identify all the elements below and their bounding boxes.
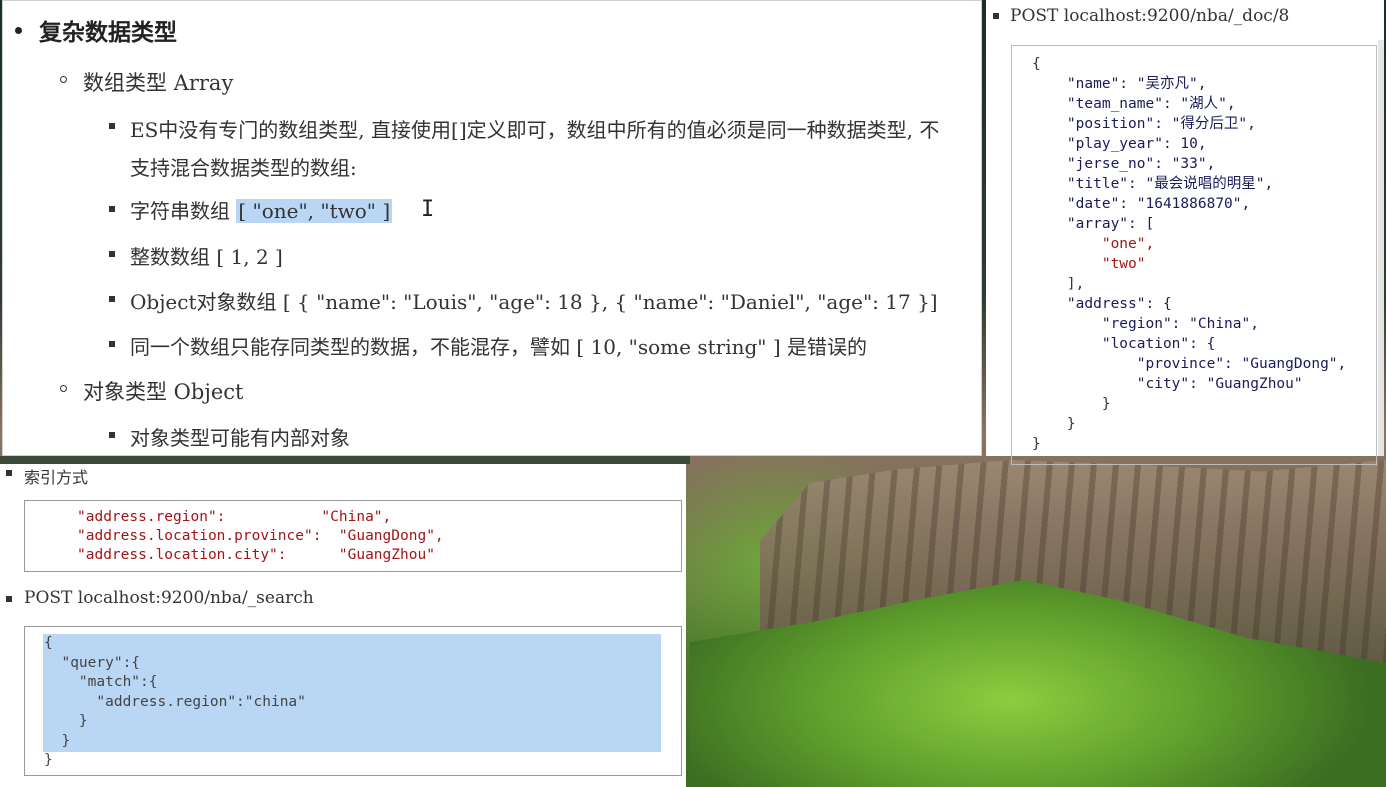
code-line[interactable]: "region": "China", — [1032, 314, 1346, 334]
object-type-desc: 对象类型可能有内部对象 — [130, 426, 350, 450]
code-line: { — [1032, 56, 1041, 72]
code-line: "query":{ — [44, 654, 141, 671]
same-type-note: 同一个数组只能存同类型的数据，不能混存，譬如 [ 10, "some strin… — [130, 335, 868, 359]
code-line: "location": { — [1032, 336, 1216, 352]
code-line: } — [44, 713, 88, 729]
bullet-square — [109, 432, 115, 438]
code-line: "date": "1641886870", — [1032, 196, 1251, 212]
wallpaper-strip — [0, 456, 690, 464]
code-line: } — [1032, 416, 1076, 432]
code-line: "address": { — [1032, 296, 1172, 312]
array-desc-line2: 支持混合数据类型的数组: — [130, 156, 357, 180]
request-line: POST localhost:9200/nba/_doc/8 — [1010, 6, 1290, 26]
code-line: } — [1032, 396, 1111, 412]
code-line: } — [44, 752, 53, 768]
array-type-title: 数组类型 Array — [83, 71, 234, 95]
main-slide-panel: 复杂数据类型 数组类型 Array ES中没有专门的数组类型, 直接使用[]定义… — [2, 0, 982, 456]
query-code-content: { "query":{ "match":{ "address.region":"… — [44, 634, 306, 771]
code-line: "address.location.province": "GuangDong"… — [77, 528, 444, 544]
bullet-square — [993, 13, 999, 19]
bullet-square — [109, 296, 115, 302]
bullet-square — [109, 206, 115, 212]
search-request-line: POST localhost:9200/nba/_search — [24, 588, 314, 608]
request-body-panel: POST localhost:9200/nba/_doc/8 { "name":… — [986, 0, 1384, 465]
code-line: "title": "最会说唱的明星", — [1032, 176, 1274, 192]
string-array-item: 字符串数组 [ "one", "two" ] — [130, 195, 393, 224]
code-line: "array": [ — [1032, 216, 1155, 232]
page-title: 复杂数据类型 — [39, 20, 177, 46]
string-array-selection[interactable]: [ "one", "two" ] — [236, 199, 393, 223]
bullet-dot — [15, 27, 22, 34]
code-line: } — [44, 732, 71, 749]
code-line: { — [44, 635, 53, 651]
code-line: "position": "得分后卫", — [1032, 116, 1256, 132]
array-desc-line1: ES中没有专门的数组类型, 直接使用[]定义即可，数组中所有的值必须是同一种数据… — [130, 118, 940, 142]
scrollbar[interactable] — [1378, 40, 1384, 456]
code-line: "address.region":"china" — [44, 693, 306, 710]
code-line: "address.region": "China", — [77, 509, 392, 525]
object-array-item: Object对象数组 [ { "name": "Louis", "age": 1… — [130, 290, 938, 314]
code-line: "one", — [1032, 236, 1155, 252]
code-line: "play_year": 10, — [1032, 136, 1207, 152]
bullet-square — [6, 470, 12, 476]
bullet-square — [6, 596, 12, 602]
code-block: { "name": "吴亦凡", "team_name": "湖人", "pos… — [1011, 45, 1377, 465]
bullet-square — [109, 341, 115, 347]
code-line: ], — [1032, 276, 1085, 292]
code-line: "address.location.city": "GuangZhou" — [77, 547, 435, 563]
code-line: "two" — [1032, 256, 1146, 272]
index-query-panel: 索引方式 "address.region": "China", "address… — [0, 464, 686, 787]
bullet-square — [109, 123, 115, 129]
text-cursor-icon: I — [421, 197, 435, 222]
string-array-label: 字符串数组 — [130, 199, 230, 223]
code-line: "province": "GuangDong", — [1032, 356, 1347, 372]
code-content: { "name": "吴亦凡", "team_name": "湖人", "pos… — [1032, 54, 1346, 454]
index-code-content: "address.region": "China", "address.loca… — [77, 508, 444, 565]
code-line: "team_name": "湖人", — [1032, 96, 1236, 112]
code-line: "city": "GuangZhou" — [1032, 376, 1303, 392]
bullet-square — [109, 251, 115, 257]
bullet-circle — [60, 385, 67, 392]
code-line: "jerse_no": "33", — [1032, 156, 1216, 172]
code-line: "name": "吴亦凡", — [1032, 76, 1207, 92]
object-type-title: 对象类型 Object — [83, 380, 244, 404]
bullet-circle — [60, 76, 67, 83]
int-array-item: 整数数组 [ 1, 2 ] — [130, 245, 283, 269]
index-code-block: "address.region": "China", "address.loca… — [24, 500, 682, 572]
index-title: 索引方式 — [24, 468, 89, 487]
code-line: } — [1032, 436, 1041, 452]
code-line: "match":{ — [44, 674, 158, 690]
